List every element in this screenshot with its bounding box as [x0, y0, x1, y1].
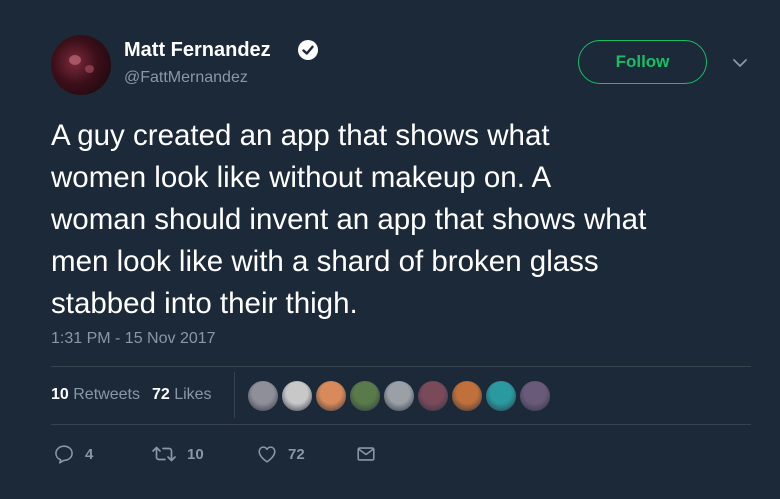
retweets-label: Retweets: [73, 386, 140, 403]
retweets-count: 10: [51, 386, 69, 403]
reply-button[interactable]: 4: [53, 442, 93, 466]
avatar-detail: [69, 55, 81, 65]
liker-avatar[interactable]: [383, 380, 415, 412]
retweet-icon: [152, 446, 176, 462]
retweets-stat[interactable]: 10 Retweets: [51, 386, 140, 404]
divider: [51, 366, 751, 367]
envelope-icon: [357, 447, 375, 461]
retweet-button[interactable]: 10: [151, 442, 204, 466]
tweet-text-line: men look like with a shard of broken gla…: [51, 245, 599, 278]
liker-avatar[interactable]: [485, 380, 517, 412]
like-button[interactable]: 72: [256, 442, 305, 466]
tweet-card: Matt Fernandez @FattMernandez Follow A g…: [0, 0, 780, 499]
tweet-text-line: women look like without makeup on. A: [51, 161, 552, 194]
stats-separator: [234, 372, 235, 418]
tweet-text-line: A guy created an app that shows what: [51, 119, 550, 152]
tweet-stats: 10 Retweets 72 Likes: [51, 386, 224, 404]
chevron-down-icon[interactable]: [731, 56, 749, 70]
reply-count: 4: [85, 445, 94, 463]
heart-icon: [258, 446, 276, 463]
liker-avatar[interactable]: [417, 380, 449, 412]
liker-avatar[interactable]: [519, 380, 551, 412]
likes-stat[interactable]: 72 Likes: [152, 386, 212, 404]
verified-badge-icon: [298, 40, 318, 60]
liker-avatar[interactable]: [451, 380, 483, 412]
reply-icon: [55, 445, 73, 464]
likes-count: 72: [151, 386, 170, 403]
tweet-timestamp[interactable]: 1:31 PM - 15 Nov 2017: [51, 330, 216, 348]
author-name[interactable]: Matt Fernandez: [124, 39, 271, 62]
tweet-text-line: stabbed into their thigh.: [51, 287, 358, 320]
author-handle[interactable]: @FattMernandez: [124, 69, 248, 87]
tweet-text: A guy created an app that shows what wom…: [51, 115, 766, 325]
retweet-count: 10: [187, 445, 204, 463]
liker-avatar[interactable]: [247, 380, 279, 412]
like-count: 72: [288, 445, 305, 463]
liker-avatar[interactable]: [315, 380, 347, 412]
liker-avatar[interactable]: [349, 380, 381, 412]
likes-label: Likes: [174, 386, 212, 403]
direct-message-button[interactable]: [355, 442, 377, 466]
avatar-detail: [85, 65, 94, 73]
follow-button[interactable]: Follow: [578, 40, 707, 84]
divider: [51, 424, 751, 425]
author-avatar[interactable]: [51, 35, 111, 95]
tweet-text-line: woman should invent an app that shows wh…: [51, 203, 647, 236]
liker-avatar[interactable]: [281, 380, 313, 412]
